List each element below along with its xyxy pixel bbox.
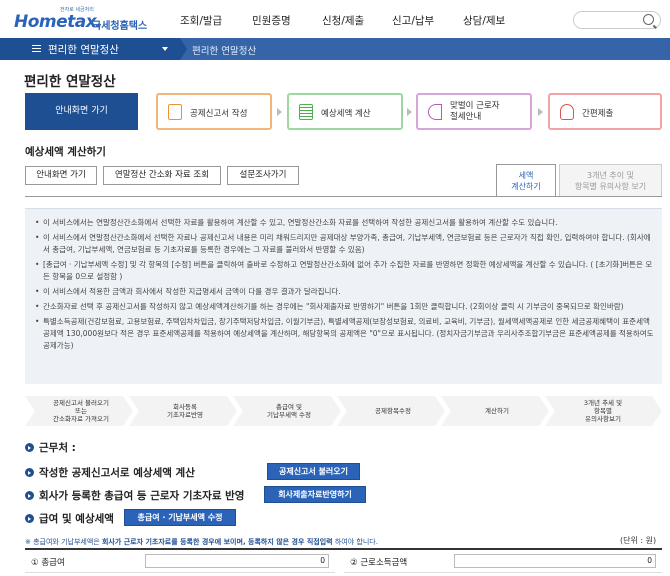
company-data-row: 회사가 등록한 총급여 등 근로자 기초자료 반영 (25, 488, 244, 503)
menu-label: 편리한 연말정산 (48, 44, 119, 56)
info-item: 이 서비스에서 연말정산간소화에서 선택한 자료나 공제신고서 내용은 미리 채… (35, 232, 654, 256)
earned-income-label: ② 근로소득금액 (350, 558, 408, 568)
calculator-icon (299, 104, 313, 120)
tab-divider (25, 196, 662, 197)
table-top-border (25, 548, 662, 550)
info-item: [총급여 · 기납부세액 수정] 및 각 항목의 [수정] 버튼을 클릭하여 출… (35, 259, 654, 283)
apply-company-data-button[interactable]: 회사제출자료반영하기 (264, 486, 366, 503)
flow-step-4: 공제항목수정 (375, 407, 411, 415)
step-dual-income[interactable]: 맞벌이 근로자 절세안내 (416, 93, 532, 130)
step-label: 간편제출 (582, 109, 614, 119)
unit-label: (단위 : 원) (620, 536, 657, 545)
info-item: 이 서비스에서는 연말정산간소화에서 선택한 자료를 활용하여 계산할 수 있고… (35, 217, 654, 229)
simplified-data-button[interactable]: 연말정산 간소화 자료 조회 (103, 166, 221, 185)
megaphone-icon (428, 104, 442, 120)
nav-application[interactable]: 신청/제출 (322, 13, 364, 28)
salary-note: ※ 총급여와 기납부세액은 회사가 근로자 기초자료를 등록한 경우에 보이며,… (25, 538, 378, 546)
step-deduction-form[interactable]: 공제신고서 작성 (156, 93, 272, 130)
chevron-down-icon (162, 47, 168, 51)
nav-certificate[interactable]: 민원증명 (252, 13, 291, 28)
search-icon[interactable] (643, 14, 654, 25)
menu-toggle[interactable]: 편리한 연말정산 (0, 38, 180, 60)
chevron-right-icon (407, 108, 412, 116)
breadcrumb-separator (180, 38, 187, 60)
flow-step-6: 3개년 추세 및 항목별 유의사항보기 (583, 399, 623, 423)
flow-step-5: 계산하기 (485, 407, 509, 415)
page-title: 편리한 연말정산 (24, 74, 116, 90)
logo-sub: 국세청홈택스 (92, 21, 148, 32)
info-item: 간소화자료 선택 후 공제신고서를 작성하지 않고 예상세액계산하기를 하는 경… (35, 301, 654, 313)
site-header: 전자로 세금처리 Hometax. 국세청홈택스 조회/발급 민원증명 신청/제… (0, 0, 670, 38)
arrow-bullet-icon (25, 491, 34, 500)
load-deduction-form-button[interactable]: 공제신고서 불러오기 (267, 463, 360, 480)
step-label: 예상세액 계산 (321, 109, 371, 119)
step-simple-submit[interactable]: 간편제출 (548, 93, 662, 130)
home-guide-button-2[interactable]: 안내화면 가기 (25, 166, 97, 185)
process-flow: 공제신고서 불러오기 또는 간소화자료 가져오기 회사등록 기초자료반영 총급여 및기… (25, 396, 662, 426)
edit-salary-button[interactable]: 총급여 · 기납부세액 수정 (124, 509, 236, 526)
section-title: 예상세액 계산하기 (25, 146, 106, 158)
total-salary-label: ① 총급여 (31, 558, 65, 568)
logo-main: Hometax. (14, 12, 103, 32)
arrow-bullet-icon (25, 443, 34, 452)
step-tax-estimate[interactable]: 예상세액 계산 (287, 93, 403, 130)
tab-3year-trend[interactable]: 3개년 추이 및 항목별 유의사항 보기 (559, 164, 662, 197)
document-icon (168, 104, 182, 120)
nav-filing[interactable]: 신고/납부 (392, 13, 434, 28)
search-input[interactable] (573, 11, 661, 29)
survey-button[interactable]: 설문조사가기 (227, 166, 299, 185)
earned-income-value[interactable]: 0 (454, 554, 656, 568)
hometax-logo[interactable]: 전자로 세금처리 Hometax. 국세청홈택스 (14, 6, 174, 34)
tab-calculate[interactable]: 세액 계산하기 (496, 164, 556, 197)
flow-step-2: 회사등록 기초자료반영 (167, 403, 203, 419)
home-guide-button[interactable]: 안내화면 가기 (25, 93, 138, 130)
breadcrumb[interactable]: 편리한 연말정산 (192, 43, 256, 57)
nav-inquiry[interactable]: 조회/발급 (180, 13, 222, 28)
table-row: ② 근로소득금액 0 (344, 551, 662, 573)
hand-pointer-icon (560, 104, 574, 120)
chevron-right-icon (277, 108, 282, 116)
arrow-bullet-icon (25, 514, 34, 523)
calc-by-form-row: 작성한 공제신고서로 예상세액 계산 (25, 465, 195, 480)
hamburger-icon (32, 45, 41, 52)
salary-row: 급여 및 예상세액 (25, 511, 114, 526)
flow-step-3: 총급여 및 기납부세액 수정 (267, 403, 311, 419)
info-item: 이 서비스에서 적용한 금액과 회사에서 작성한 지급명세서 금액이 다를 경우… (35, 286, 654, 298)
total-salary-value[interactable]: 0 (145, 554, 329, 568)
nav-consulting[interactable]: 상담/제보 (463, 13, 505, 28)
info-item: 특별소득공제(건강보험료, 고용보험료, 주택임차차입금, 장기주택저당차입금,… (35, 316, 654, 352)
flow-step-1: 공제신고서 불러오기 또는 간소화자료 가져오기 (53, 399, 109, 423)
step-label: 공제신고서 작성 (190, 109, 248, 119)
arrow-bullet-icon (25, 468, 34, 477)
workplace-row: 근무처 : (25, 440, 76, 455)
chevron-right-icon (538, 108, 543, 116)
menu-bar: 편리한 연말정산 편리한 연말정산 (0, 38, 670, 60)
info-box: 이 서비스에서는 연말정산간소화에서 선택한 자료를 활용하여 계산할 수 있고… (25, 208, 662, 384)
table-row: ① 총급여 0 (25, 551, 335, 573)
step-label: 맞벌이 근로자 절세안내 (450, 101, 500, 122)
